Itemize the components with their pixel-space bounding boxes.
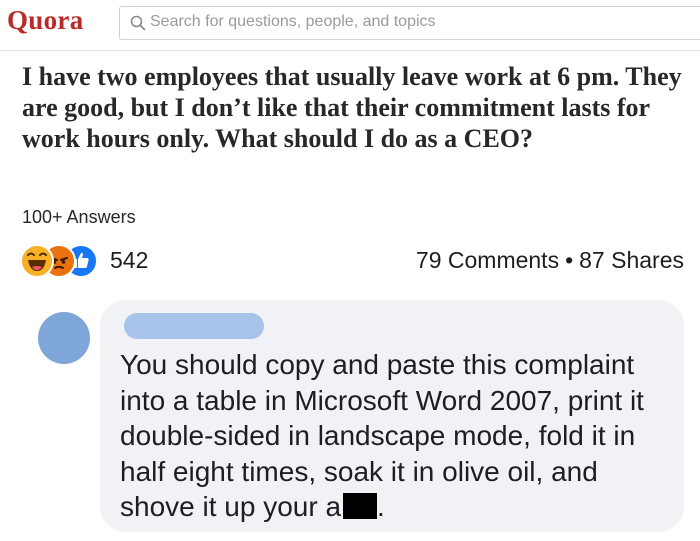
quora-logo[interactable]: Quora	[7, 5, 84, 36]
post-stats: 79 Comments • 87 Shares	[416, 247, 684, 274]
redacted-commenter-name[interactable]	[124, 313, 264, 339]
haha-icon	[20, 244, 54, 278]
shares-count[interactable]: 87 Shares	[579, 247, 684, 273]
commenter-avatar[interactable]	[38, 312, 90, 364]
stats-separator: •	[565, 247, 574, 273]
quora-header: Quora	[0, 0, 700, 51]
answers-count: 100+ Answers	[22, 207, 136, 227]
search-icon	[130, 15, 146, 31]
comment-text-end: .	[377, 491, 385, 522]
comments-count[interactable]: 79 Comments	[416, 247, 559, 273]
search-input[interactable]	[150, 8, 690, 36]
question-title[interactable]: I have two employees that usually leave …	[22, 61, 692, 154]
search-box[interactable]	[119, 6, 700, 40]
comment-text: You should copy and paste this complaint…	[120, 347, 670, 525]
reaction-count[interactable]: 542	[110, 247, 148, 274]
comment-bubble: You should copy and paste this complaint…	[100, 300, 684, 532]
redaction-block	[343, 493, 378, 519]
